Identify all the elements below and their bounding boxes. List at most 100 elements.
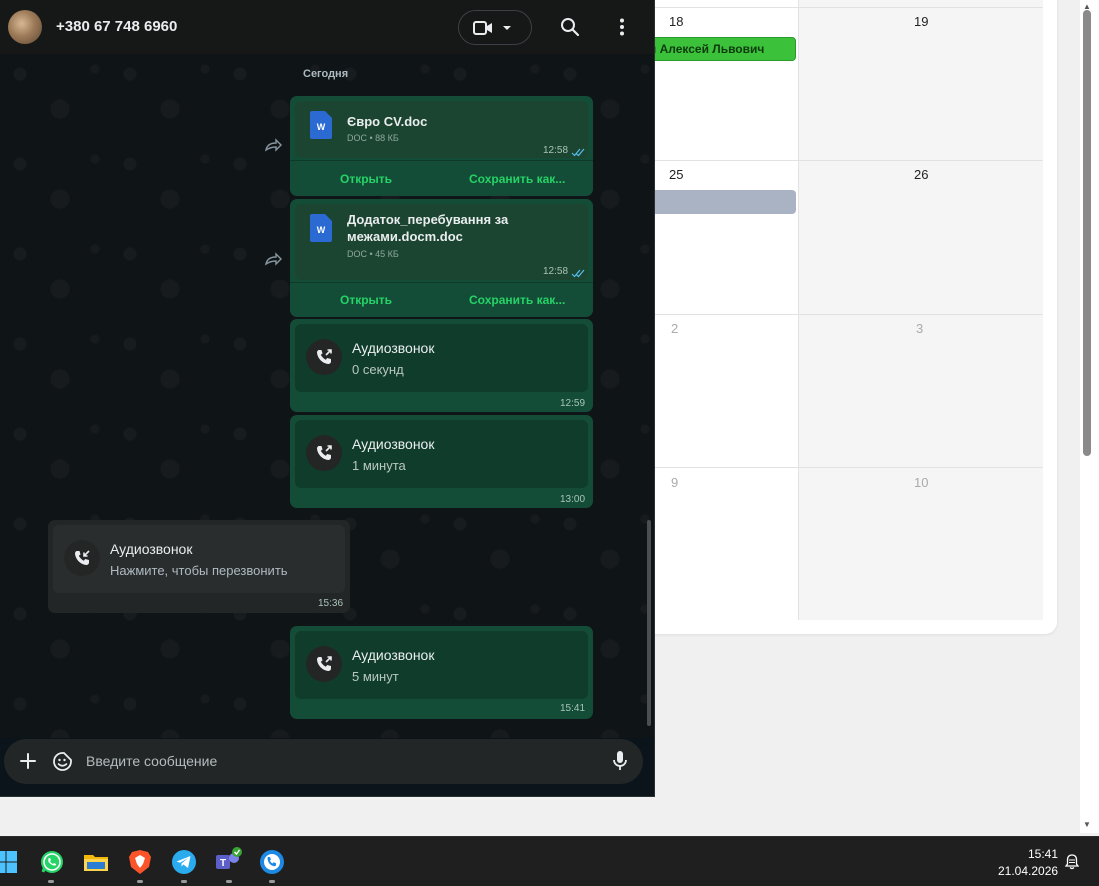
microphone-icon[interactable] bbox=[611, 750, 629, 772]
taskbar: T 15:41 21.04.2026 bbox=[0, 836, 1099, 886]
whatsapp-window: +380 67 748 6960 Сегодня W Євро CV.doc D… bbox=[0, 0, 655, 797]
calendar-event[interactable]: н Алексей Львович bbox=[648, 37, 796, 61]
taskbar-running-indicator bbox=[269, 880, 275, 883]
read-ticks-icon bbox=[571, 269, 585, 278]
svg-text:T: T bbox=[220, 858, 226, 869]
save-as-button[interactable]: Сохранить как... bbox=[469, 172, 565, 186]
taskbar-running-indicator bbox=[137, 880, 143, 883]
outgoing-call-icon bbox=[306, 339, 342, 375]
document-preview[interactable]: W Євро CV.doc DOC • 88 КБ 12:58 bbox=[295, 101, 588, 158]
message-time: 12:58 bbox=[543, 145, 569, 156]
open-document-button[interactable]: Открыть bbox=[340, 293, 392, 307]
calendar-row-divider bbox=[650, 467, 1043, 468]
message-document[interactable]: W Євро CV.doc DOC • 88 КБ 12:58 Открыть … bbox=[290, 96, 593, 196]
call-title: Аудиозвонок bbox=[352, 436, 435, 452]
taskbar-clock-date[interactable]: 21.04.2026 bbox=[998, 864, 1058, 878]
search-icon[interactable] bbox=[560, 17, 580, 37]
taskbar-running-indicator bbox=[48, 880, 54, 883]
call-card[interactable]: Аудиозвонок 0 секунд bbox=[295, 324, 588, 392]
avatar[interactable] bbox=[8, 10, 42, 44]
call-card[interactable]: Аудиозвонок 1 минута bbox=[295, 420, 588, 488]
contact-name[interactable]: +380 67 748 6960 bbox=[56, 18, 177, 35]
call-duration: 1 минута bbox=[352, 458, 406, 473]
calendar-row-divider bbox=[650, 314, 1043, 315]
message-time: 12:58 bbox=[543, 266, 569, 277]
message-audio-call[interactable]: Аудиозвонок 5 минут 15:41 bbox=[290, 626, 593, 719]
more-options-icon[interactable] bbox=[612, 17, 632, 37]
document-actions-divider bbox=[290, 282, 593, 283]
calendar-row-divider bbox=[650, 160, 1043, 161]
read-ticks-icon bbox=[571, 148, 585, 157]
calendar-event-label: н Алексей Львович bbox=[649, 42, 765, 56]
call-card[interactable]: Аудиозвонок 5 минут bbox=[295, 631, 588, 699]
taskbar-running-indicator bbox=[226, 880, 232, 883]
word-document-icon: W bbox=[310, 214, 332, 242]
phone-link-icon[interactable] bbox=[259, 849, 285, 875]
taskbar-running-indicator bbox=[181, 880, 187, 883]
word-document-icon: W bbox=[310, 111, 332, 139]
open-document-button[interactable]: Открыть bbox=[340, 172, 392, 186]
message-time: 12:59 bbox=[560, 398, 586, 409]
chat-scrollbar[interactable] bbox=[647, 520, 651, 726]
call-card[interactable]: Аудиозвонок Нажмите, чтобы перезвонить bbox=[53, 525, 345, 593]
call-duration: 0 секунд bbox=[352, 362, 404, 377]
attach-plus-icon[interactable] bbox=[19, 752, 37, 770]
message-audio-call[interactable]: Аудиозвонок 0 секунд 12:59 bbox=[290, 319, 593, 412]
scroll-down-arrow-icon[interactable]: ▼ bbox=[1083, 820, 1091, 829]
teams-icon[interactable]: T bbox=[214, 846, 244, 876]
outgoing-call-icon bbox=[306, 646, 342, 682]
calendar-day-25[interactable]: 25 bbox=[669, 167, 683, 182]
whatsapp-icon[interactable] bbox=[39, 849, 65, 875]
calendar-day-2[interactable]: 2 bbox=[671, 321, 678, 336]
message-input[interactable] bbox=[86, 751, 586, 771]
calendar-day-26[interactable]: 26 bbox=[914, 167, 928, 182]
message-audio-call-incoming[interactable]: Аудиозвонок Нажмите, чтобы перезвонить 1… bbox=[48, 520, 350, 613]
document-file-name: Додаток_перебування за межами.docm.doc bbox=[347, 212, 509, 244]
brave-browser-icon[interactable] bbox=[127, 849, 153, 875]
calendar-day-9[interactable]: 9 bbox=[671, 475, 678, 490]
message-time: 13:00 bbox=[560, 494, 586, 505]
call-title: Аудиозвонок bbox=[352, 340, 435, 356]
doc-icon-letter: W bbox=[317, 225, 326, 235]
message-time: 15:41 bbox=[560, 703, 586, 714]
date-separator: Сегодня bbox=[303, 68, 349, 80]
windows-start-icon[interactable] bbox=[0, 850, 18, 874]
doc-icon-letter: W bbox=[317, 122, 326, 132]
call-duration: 5 минут bbox=[352, 669, 399, 684]
file-explorer-icon[interactable] bbox=[83, 849, 109, 875]
calendar-weekend-column bbox=[799, 0, 1043, 620]
save-as-button[interactable]: Сохранить как... bbox=[469, 293, 565, 307]
calendar-day-10[interactable]: 10 bbox=[914, 475, 928, 490]
forward-icon[interactable] bbox=[264, 252, 282, 266]
video-camera-icon bbox=[473, 21, 492, 35]
message-composer bbox=[4, 739, 643, 784]
chevron-down-icon bbox=[503, 26, 511, 30]
chat-header: +380 67 748 6960 bbox=[0, 0, 654, 54]
message-audio-call[interactable]: Аудиозвонок 1 минута 13:00 bbox=[290, 415, 593, 508]
page-scroll-thumb[interactable] bbox=[1083, 10, 1091, 456]
calendar-row-divider bbox=[650, 7, 1043, 8]
calendar-day-3[interactable]: 3 bbox=[916, 321, 923, 336]
message-time: 15:36 bbox=[318, 598, 344, 609]
message-document[interactable]: W Додаток_перебування за межами.docm.doc… bbox=[290, 199, 593, 317]
call-back-hint: Нажмите, чтобы перезвонить bbox=[110, 563, 288, 578]
document-actions-divider bbox=[290, 160, 593, 161]
taskbar-clock-time[interactable]: 15:41 bbox=[1028, 847, 1058, 861]
calendar-day-19[interactable]: 19 bbox=[914, 14, 928, 29]
document-preview[interactable]: W Додаток_перебування за межами.docm.doc… bbox=[295, 204, 588, 280]
calendar-event-placeholder[interactable] bbox=[650, 190, 796, 214]
video-call-button[interactable] bbox=[458, 10, 532, 45]
forward-icon[interactable] bbox=[264, 138, 282, 152]
call-title: Аудиозвонок bbox=[110, 541, 193, 557]
sticker-emoji-icon[interactable] bbox=[52, 751, 73, 772]
call-title: Аудиозвонок bbox=[352, 647, 435, 663]
calendar-day-18[interactable]: 18 bbox=[669, 14, 683, 29]
calendar-grid: 18 19 н Алексей Львович 25 26 2 3 9 10 bbox=[648, 0, 1043, 620]
calendar-column-divider bbox=[798, 0, 799, 620]
notification-bell-icon[interactable] bbox=[1065, 854, 1079, 870]
document-file-meta: DOC • 45 КБ bbox=[347, 249, 399, 259]
telegram-icon[interactable] bbox=[171, 849, 197, 875]
incoming-call-icon bbox=[64, 540, 100, 576]
outgoing-call-icon bbox=[306, 435, 342, 471]
document-file-meta: DOC • 88 КБ bbox=[347, 133, 399, 143]
